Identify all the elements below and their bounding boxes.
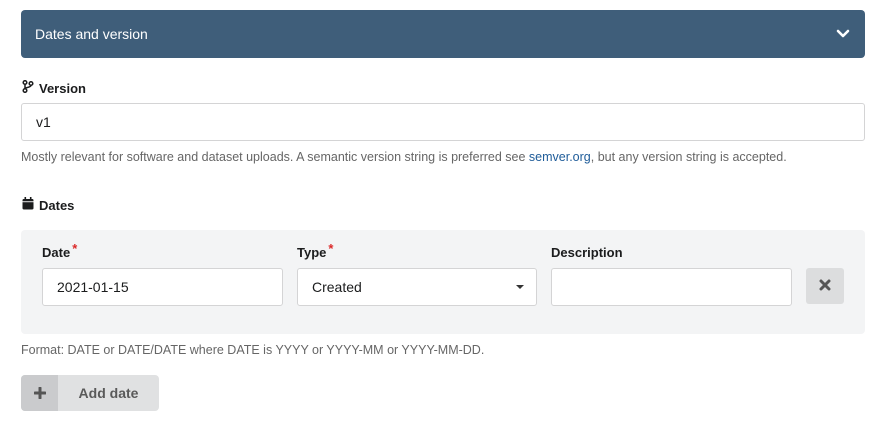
description-column-label: Description <box>551 245 623 260</box>
accordion-title: Dates and version <box>35 26 148 42</box>
add-date-button[interactable]: Add date <box>21 375 159 411</box>
plus-icon <box>21 375 58 411</box>
description-input[interactable] <box>551 268 792 306</box>
type-column-label: Type * <box>297 241 334 260</box>
type-select[interactable]: Created <box>297 268 537 306</box>
date-input[interactable]: 2021-01-15 <box>42 268 283 306</box>
version-input[interactable] <box>21 103 865 141</box>
date-format-help-text: Format: DATE or DATE/DATE where DATE is … <box>21 343 485 357</box>
dates-label-text: Dates <box>39 197 75 213</box>
close-icon <box>819 279 831 294</box>
date-row-panel: Date * Type * Description 2021-01-15 Creat… <box>21 230 865 334</box>
caret-down-icon <box>516 285 524 289</box>
dates-version-accordion-header[interactable]: Dates and version <box>21 10 865 58</box>
version-help-text: Mostly relevant for software and dataset… <box>21 150 787 164</box>
calendar-icon <box>22 197 34 213</box>
date-column-label: Date * <box>42 241 78 260</box>
add-date-label: Add date <box>78 385 139 401</box>
dates-label: Dates <box>22 197 74 213</box>
remove-date-button[interactable] <box>806 268 844 304</box>
required-marker: * <box>328 241 334 256</box>
required-marker: * <box>72 241 78 256</box>
semver-link[interactable]: semver.org <box>529 150 591 164</box>
code-branch-icon <box>22 79 34 96</box>
version-label: Version <box>22 79 86 96</box>
chevron-down-icon[interactable] <box>835 26 851 42</box>
version-label-text: Version <box>39 80 86 96</box>
